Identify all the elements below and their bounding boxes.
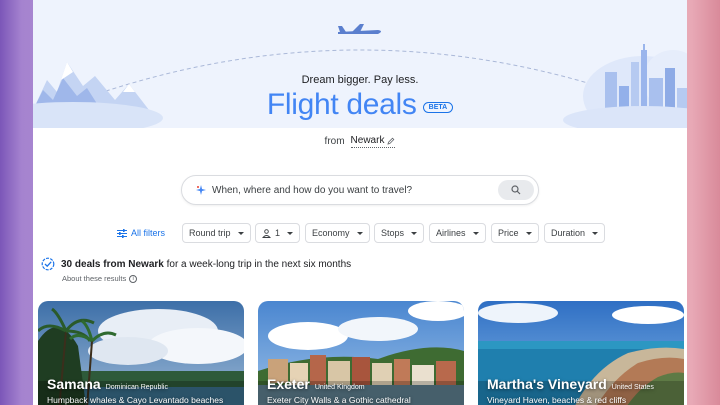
tune-icon <box>117 228 127 238</box>
duration-dropdown[interactable]: Duration <box>544 223 606 243</box>
page-title: Flight deals <box>266 88 417 121</box>
card-title: Martha's Vineyard United States <box>487 376 654 392</box>
flight-deals-page: Dream bigger. Pay less. Flight deals BET… <box>33 0 687 405</box>
origin-city: Newark <box>350 135 385 146</box>
trip-type-dropdown[interactable]: Round trip <box>182 223 251 243</box>
info-icon: i <box>129 274 138 283</box>
cabin-label: Economy <box>312 228 350 238</box>
chevron-down-icon <box>356 231 363 235</box>
card-description: Vineyard Haven, beaches & red cliffs <box>487 395 627 405</box>
results-summary: 30 deals from Newark for a week-long tri… <box>41 257 351 271</box>
pencil-icon <box>387 137 395 145</box>
country-name: United Kingdom <box>314 384 365 391</box>
about-results-label: About these results <box>62 274 127 283</box>
search-button[interactable] <box>498 180 534 200</box>
deal-card-samana[interactable]: Samana Dominican Republic Humpback whale… <box>38 301 244 405</box>
city-name: Samana <box>47 376 101 392</box>
card-description: Exeter City Walls & a Gothic cathedral <box>267 395 411 405</box>
trip-type-label: Round trip <box>189 228 231 238</box>
chevron-down-icon <box>472 231 479 235</box>
stops-label: Stops <box>381 228 405 238</box>
origin-row: from Newark <box>33 135 687 148</box>
deal-count: 30 deals from Newark <box>61 258 164 270</box>
results-text: 30 deals from Newark for a week-long tri… <box>61 259 351 270</box>
person-icon <box>262 228 271 238</box>
search-placeholder[interactable]: When, where and how do you want to trave… <box>212 185 498 196</box>
deal-card-exeter[interactable]: Exeter United Kingdom Exeter City Walls … <box>258 301 464 405</box>
country-name: Dominican Republic <box>105 384 168 391</box>
search-icon <box>511 185 521 195</box>
card-title: Exeter United Kingdom <box>267 376 365 392</box>
card-title: Samana Dominican Republic <box>47 376 168 392</box>
airplane-icon <box>338 24 381 34</box>
price-dropdown[interactable]: Price <box>491 223 539 243</box>
hero-tagline: Dream bigger. Pay less. <box>301 74 419 86</box>
price-label: Price <box>498 228 519 238</box>
card-description: Humpback whales & Cayo Levantado beaches <box>47 395 224 405</box>
filter-bar: All filters Round trip 1 Economy Stops A… <box>33 223 687 243</box>
results-detail: for a week-long trip in the next six mon… <box>163 258 352 270</box>
chevron-down-icon <box>237 231 244 235</box>
airlines-dropdown[interactable]: Airlines <box>429 223 486 243</box>
all-filters-button[interactable]: All filters <box>117 223 165 243</box>
chevron-down-icon <box>525 231 532 235</box>
title-row: Flight deals BETA <box>33 88 687 122</box>
chevron-down-icon <box>411 231 418 235</box>
chevron-down-icon <box>287 231 294 235</box>
verified-check-icon <box>41 257 55 271</box>
country-name: United States <box>611 384 654 391</box>
deal-card-marthas-vineyard[interactable]: Martha's Vineyard United States Vineyard… <box>478 301 684 405</box>
cabin-dropdown[interactable]: Economy <box>305 223 370 243</box>
city-name: Martha's Vineyard <box>487 376 607 392</box>
duration-label: Duration <box>551 228 586 238</box>
search-bar[interactable]: When, where and how do you want to trave… <box>181 175 539 205</box>
beta-badge: BETA <box>422 101 454 113</box>
passengers-dropdown[interactable]: 1 <box>255 223 301 243</box>
passengers-count: 1 <box>275 228 281 238</box>
city-name: Exeter <box>267 376 310 392</box>
sparkle-icon <box>196 185 206 195</box>
stops-dropdown[interactable]: Stops <box>374 223 425 243</box>
chevron-down-icon <box>592 231 599 235</box>
airlines-label: Airlines <box>436 228 466 238</box>
origin-selector[interactable]: Newark <box>350 135 396 148</box>
about-results-link[interactable]: About these results i <box>62 274 138 283</box>
all-filters-label: All filters <box>131 228 166 238</box>
from-label: from <box>324 136 345 147</box>
